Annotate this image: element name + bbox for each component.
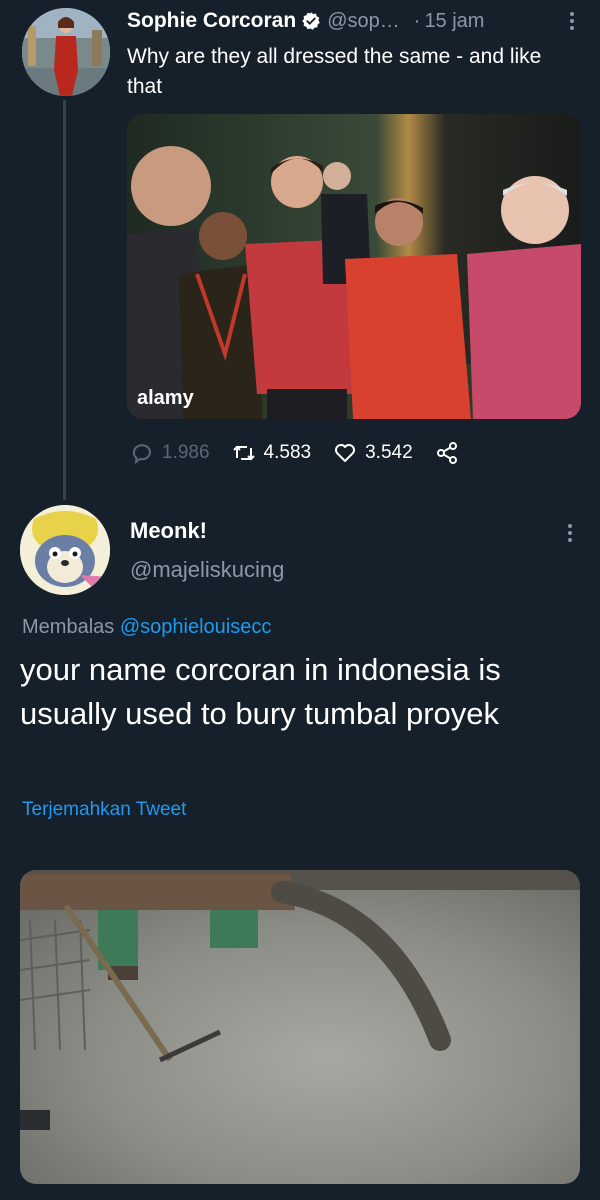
reply-author-avatar[interactable] <box>20 505 110 595</box>
retweet-button[interactable]: 4.583 <box>232 441 312 465</box>
reply-count: 1.986 <box>162 442 210 463</box>
dot-separator: · <box>413 9 421 32</box>
like-count: 3.542 <box>365 442 413 463</box>
reply-photo[interactable] <box>20 870 580 1184</box>
more-options-icon[interactable] <box>562 8 582 34</box>
tweet-timestamp[interactable]: 15 jam <box>424 10 484 33</box>
heart-icon <box>335 444 356 462</box>
tweet-photo[interactable]: alamy <box>127 114 581 419</box>
avatar-photo <box>22 8 110 96</box>
author-handle[interactable]: @sop… <box>327 10 400 33</box>
share-icon <box>436 442 457 464</box>
reply-author-name[interactable]: Meonk! <box>130 518 207 544</box>
reply-more-options-icon[interactable] <box>560 520 580 546</box>
share-button[interactable] <box>435 441 459 465</box>
retweet-count: 4.583 <box>263 442 312 463</box>
reply-text: your name corcoran in indonesia is usual… <box>20 652 501 731</box>
replying-to: Membalas @sophielouisecc <box>22 616 271 639</box>
thread-line <box>63 100 66 500</box>
concrete-pouring-image <box>20 870 580 1184</box>
tweet-header: Sophie Corcoran @sop… · 15 jam <box>127 6 582 36</box>
author-name[interactable]: Sophie Corcoran <box>127 9 296 33</box>
translate-tweet-link[interactable]: Terjemahkan Tweet <box>22 799 186 821</box>
reply-author-handle[interactable]: @majeliskucing <box>130 557 284 583</box>
retweet-icon <box>232 445 255 461</box>
replying-to-handle-link[interactable]: @sophielouisecc <box>120 616 272 638</box>
avatar-cartoon-cat <box>20 505 110 595</box>
author-avatar[interactable] <box>22 8 110 96</box>
verified-badge-icon <box>302 12 320 30</box>
watermark-text: alamy <box>137 387 195 409</box>
tweet-actions: 1.986 4.583 3.542 <box>130 436 481 470</box>
like-button[interactable]: 3.542 <box>333 441 413 465</box>
reply-button[interactable]: 1.986 <box>130 441 210 465</box>
tweet-text: Why are they all dressed the same - and … <box>127 45 542 98</box>
replying-prefix: Membalas <box>22 616 115 638</box>
reply-icon <box>132 444 151 465</box>
group-photo-image: alamy <box>127 114 581 419</box>
